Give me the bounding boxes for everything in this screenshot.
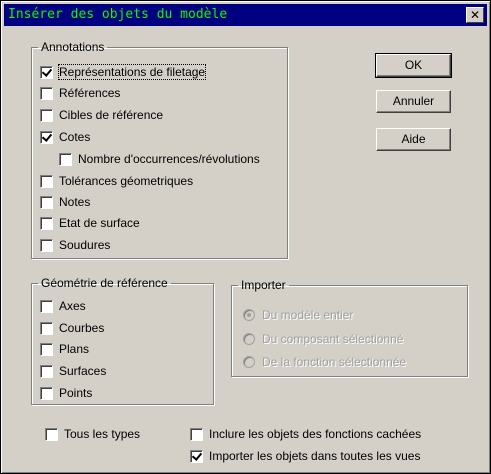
checkbox-box[interactable] [40,299,53,313]
checkbox-label: Références [59,86,121,100]
radio-selected-component[interactable]: Du composant sélectionné [243,331,403,347]
checkbox-label: Cotes [59,130,91,144]
insert-model-items-dialog: Insérer des objets du modèle ✕ Annotatio… [0,0,491,474]
radio-whole-model[interactable]: Du modèle entier [243,307,353,323]
checkbox-box[interactable] [40,86,53,100]
checkbox-occurrences[interactable]: Nombre d'occurrences/révolutions [59,151,260,167]
annotations-legend: Annotations [41,40,105,54]
checkbox-label: Notes [59,195,91,209]
checkbox-references[interactable]: Références [40,85,120,101]
checkbox-label: Cibles de référence [59,108,164,122]
checkbox-geometric-tolerances[interactable]: Tolérances géometriques [40,173,193,189]
checkbox-label: Courbes [59,321,105,335]
checkbox-surfaces[interactable]: Surfaces [40,363,106,379]
checkbox-label: Plans [59,342,90,356]
checkbox-box[interactable] [190,427,203,441]
checkbox-label: Soudures [59,238,111,252]
title-bar[interactable]: Insérer des objets du modèle ✕ [4,4,487,26]
checkbox-box[interactable] [40,364,53,378]
ok-button[interactable]: OK [375,53,452,78]
checkbox-hidden-features[interactable]: Inclure les objets des fonctions cachées [190,426,421,442]
radio-label: De la fonction sélectionnée [262,355,407,369]
cancel-button[interactable]: Annuler [376,90,451,113]
checkbox-label: Nombre d'occurrences/révolutions [78,152,260,166]
checkbox-label: Surfaces [59,364,107,378]
close-icon: ✕ [469,8,481,22]
radio-button[interactable] [243,356,255,368]
checkbox-box[interactable] [40,321,53,335]
checkbox-box[interactable] [40,386,53,400]
radio-label: Du composant sélectionné [262,332,404,346]
radio-button[interactable] [243,333,255,345]
checkbox-label: Tous les types [64,427,141,441]
checkbox-surface-finish[interactable]: Etat de surface [40,215,140,231]
radio-label: Du modèle entier [262,308,354,322]
checkbox-import-all-views[interactable]: Importer les objets dans toutes les vues [190,448,420,464]
checkbox-label: Axes [59,299,86,313]
checkbox-label: Inclure les objets des fonctions cachées [209,427,422,441]
checkbox-box[interactable] [59,152,72,166]
close-button[interactable]: ✕ [466,7,484,23]
checkbox-label: Importer les objets dans toutes les vues [209,449,421,463]
checkbox-box[interactable] [40,174,53,188]
checkbox-label: Etat de surface [59,216,140,230]
radio-button[interactable] [243,309,255,321]
checkbox-box[interactable] [40,342,53,356]
checkbox-thread-representations[interactable]: Représentations de filetage [40,64,207,80]
checkbox-points[interactable]: Points [40,385,92,401]
checkbox-planes[interactable]: Plans [40,341,89,357]
checkbox-box[interactable] [40,65,53,79]
checkbox-box[interactable] [40,216,53,230]
checkbox-axes[interactable]: Axes [40,298,86,314]
checkbox-label: Tolérances géometriques [59,174,194,188]
checkbox-all-types[interactable]: Tous les types [45,426,140,442]
checkbox-curves[interactable]: Courbes [40,320,104,336]
checkbox-label: Points [59,386,93,400]
checkbox-box[interactable] [40,108,53,122]
import-legend: Importer [241,278,286,292]
checkbox-datum-targets[interactable]: Cibles de référence [40,107,163,123]
checkbox-notes[interactable]: Notes [40,194,90,210]
checkbox-box[interactable] [40,238,53,252]
checkbox-dimensions[interactable]: Cotes [40,129,90,145]
checkbox-label: Représentations de filetage [57,64,207,80]
checkbox-box[interactable] [190,449,203,463]
reference-geometry-legend: Géométrie de référence [41,276,168,290]
checkbox-box[interactable] [45,427,58,441]
dialog-title: Insérer des objets du modèle [8,7,228,22]
radio-selected-feature[interactable]: De la fonction sélectionnée [243,354,406,370]
checkbox-welds[interactable]: Soudures [40,237,110,253]
checkbox-box[interactable] [40,130,53,144]
checkbox-box[interactable] [40,195,53,209]
help-button[interactable]: Aide [376,128,451,151]
